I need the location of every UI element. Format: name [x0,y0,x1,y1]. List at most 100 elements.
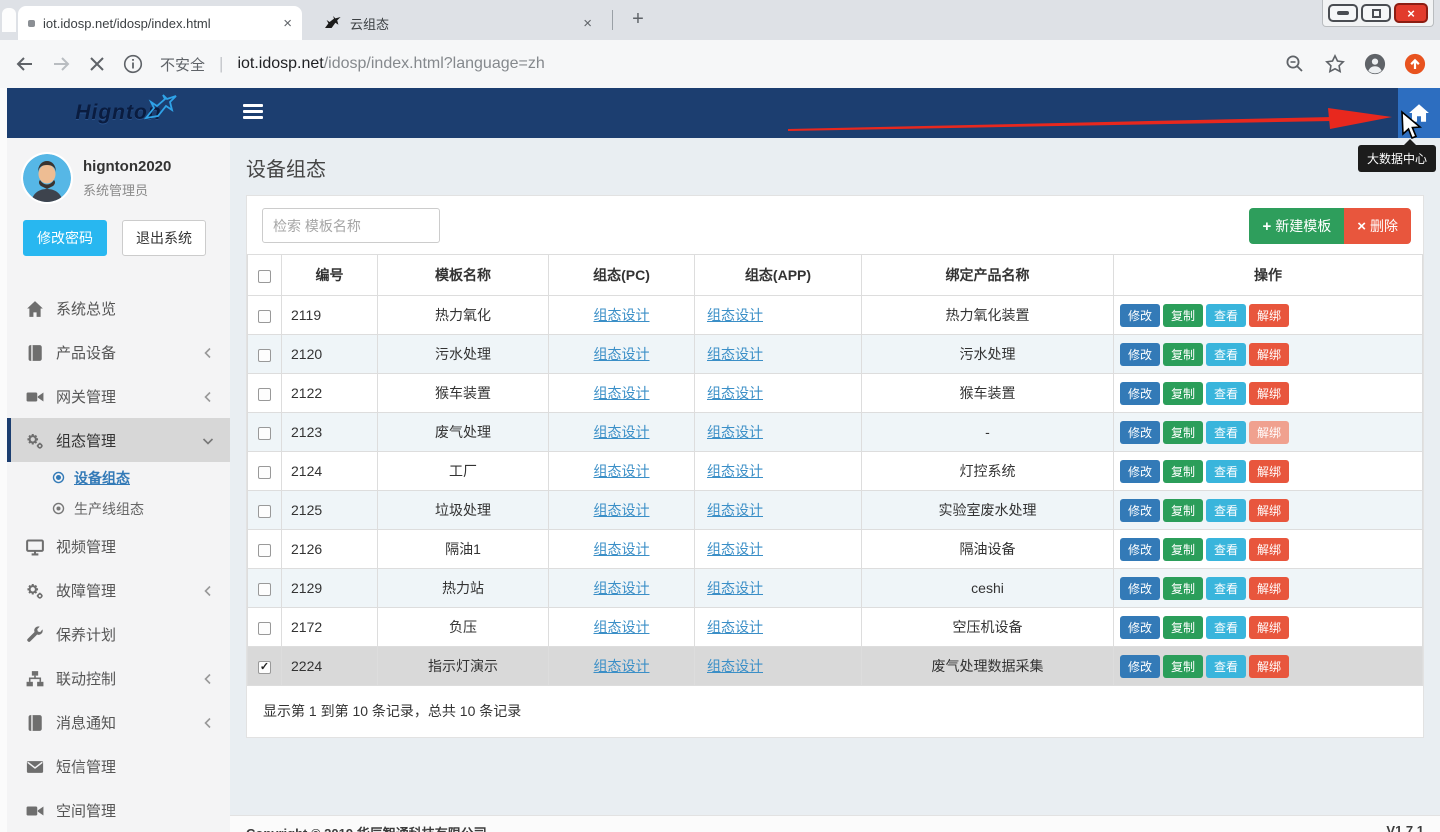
unbind-button[interactable]: 解绑 [1249,616,1289,639]
unbind-button[interactable]: 解绑 [1249,382,1289,405]
view-button[interactable]: 查看 [1206,655,1246,678]
profile-avatar-icon[interactable] [1364,53,1386,75]
row-checkbox[interactable] [258,349,271,362]
row-checkbox[interactable] [258,388,271,401]
sidebar-item-联动控制[interactable]: 联动控制 [7,656,230,700]
tab-active[interactable]: iot.idosp.net/idosp/index.html × [18,6,302,40]
url-text[interactable]: iot.idosp.net/idosp/index.html?language=… [237,55,1270,73]
copy-button[interactable]: 复制 [1163,382,1203,405]
back-icon[interactable] [14,53,36,75]
edit-button[interactable]: 修改 [1120,577,1160,600]
big-data-center-button[interactable] [1398,88,1440,138]
pc-config-link[interactable]: 组态设计 [594,619,650,635]
row-checkbox[interactable] [258,310,271,323]
minimize-button[interactable] [1328,4,1358,22]
tab-cloud-scada[interactable]: 云组态 × [314,6,602,40]
sidebar-subitem-生产线组态[interactable]: 生产线组态 [7,493,230,524]
restore-button[interactable] [1361,4,1391,22]
edit-button[interactable]: 修改 [1120,538,1160,561]
delete-button[interactable]: ×删除 [1344,208,1411,244]
sidebar-item-保养计划[interactable]: 保养计划 [7,612,230,656]
row-checkbox[interactable] [258,622,271,635]
app-config-link[interactable]: 组态设计 [707,463,763,479]
unbind-button[interactable]: 解绑 [1249,499,1289,522]
pc-config-link[interactable]: 组态设计 [594,541,650,557]
row-checkbox[interactable]: ✓ [258,661,271,674]
pc-config-link[interactable]: 组态设计 [594,307,650,323]
app-config-link[interactable]: 组态设计 [707,580,763,596]
app-config-link[interactable]: 组态设计 [707,658,763,674]
stop-icon[interactable] [86,53,108,75]
pc-config-link[interactable]: 组态设计 [594,658,650,674]
tab-close-icon[interactable]: × [283,16,292,31]
unbind-button[interactable]: 解绑 [1249,304,1289,327]
edit-button[interactable]: 修改 [1120,460,1160,483]
sidebar-item-短信管理[interactable]: 短信管理 [7,744,230,788]
edit-button[interactable]: 修改 [1120,421,1160,444]
copy-button[interactable]: 复制 [1163,499,1203,522]
close-window-button[interactable]: × [1394,3,1428,23]
copy-button[interactable]: 复制 [1163,616,1203,639]
view-button[interactable]: 查看 [1206,304,1246,327]
copy-button[interactable]: 复制 [1163,577,1203,600]
app-config-link[interactable]: 组态设计 [707,307,763,323]
view-button[interactable]: 查看 [1206,421,1246,444]
edit-button[interactable]: 修改 [1120,382,1160,405]
edit-button[interactable]: 修改 [1120,304,1160,327]
copy-button[interactable]: 复制 [1163,538,1203,561]
view-button[interactable]: 查看 [1206,499,1246,522]
row-checkbox[interactable] [258,505,271,518]
unbind-button[interactable]: 解绑 [1249,655,1289,678]
app-config-link[interactable]: 组态设计 [707,619,763,635]
forward-icon[interactable] [50,53,72,75]
pc-config-link[interactable]: 组态设计 [594,502,650,518]
sidebar-item-系统总览[interactable]: 系统总览 [7,286,230,330]
edit-button[interactable]: 修改 [1120,616,1160,639]
new-template-button[interactable]: +新建模板 [1249,208,1344,244]
copy-button[interactable]: 复制 [1163,421,1203,444]
sidebar-item-网关管理[interactable]: 网关管理 [7,374,230,418]
unbind-button[interactable]: 解绑 [1249,460,1289,483]
view-button[interactable]: 查看 [1206,538,1246,561]
row-checkbox[interactable] [258,544,271,557]
pc-config-link[interactable]: 组态设计 [594,424,650,440]
app-config-link[interactable]: 组态设计 [707,502,763,518]
browser-update-icon[interactable] [1404,53,1426,75]
change-password-button[interactable]: 修改密码 [23,220,107,256]
sidebar-item-故障管理[interactable]: 故障管理 [7,568,230,612]
edit-button[interactable]: 修改 [1120,655,1160,678]
copy-button[interactable]: 复制 [1163,460,1203,483]
sidebar-item-消息通知[interactable]: 消息通知 [7,700,230,744]
pc-config-link[interactable]: 组态设计 [594,385,650,401]
app-config-link[interactable]: 组态设计 [707,424,763,440]
view-button[interactable]: 查看 [1206,343,1246,366]
view-button[interactable]: 查看 [1206,577,1246,600]
bookmark-star-icon[interactable] [1324,53,1346,75]
copy-button[interactable]: 复制 [1163,343,1203,366]
row-checkbox[interactable] [258,427,271,440]
sidebar-item-空间管理[interactable]: 空间管理 [7,788,230,832]
app-config-link[interactable]: 组态设计 [707,385,763,401]
sidebar-item-视频管理[interactable]: 视频管理 [7,524,230,568]
hamburger-menu-icon[interactable] [243,104,263,119]
sidebar-item-组态管理[interactable]: 组态管理 [7,418,230,462]
pc-config-link[interactable]: 组态设计 [594,463,650,479]
security-label[interactable]: 不安全 [160,54,205,75]
unbind-button[interactable]: 解绑 [1249,538,1289,561]
view-button[interactable]: 查看 [1206,460,1246,483]
zoom-out-icon[interactable] [1284,53,1306,75]
search-input[interactable] [262,208,440,243]
unbind-button[interactable]: 解绑 [1249,577,1289,600]
sidebar-subitem-设备组态[interactable]: 设备组态 [7,462,230,493]
pc-config-link[interactable]: 组态设计 [594,580,650,596]
sidebar-item-产品设备[interactable]: 产品设备 [7,330,230,374]
select-all-checkbox[interactable] [258,270,271,283]
edit-button[interactable]: 修改 [1120,343,1160,366]
row-checkbox[interactable] [258,466,271,479]
unbind-button[interactable]: 解绑 [1249,343,1289,366]
new-tab-button[interactable]: + [626,8,650,32]
view-button[interactable]: 查看 [1206,616,1246,639]
copy-button[interactable]: 复制 [1163,655,1203,678]
unbind-button[interactable]: 解绑 [1249,421,1289,444]
view-button[interactable]: 查看 [1206,382,1246,405]
